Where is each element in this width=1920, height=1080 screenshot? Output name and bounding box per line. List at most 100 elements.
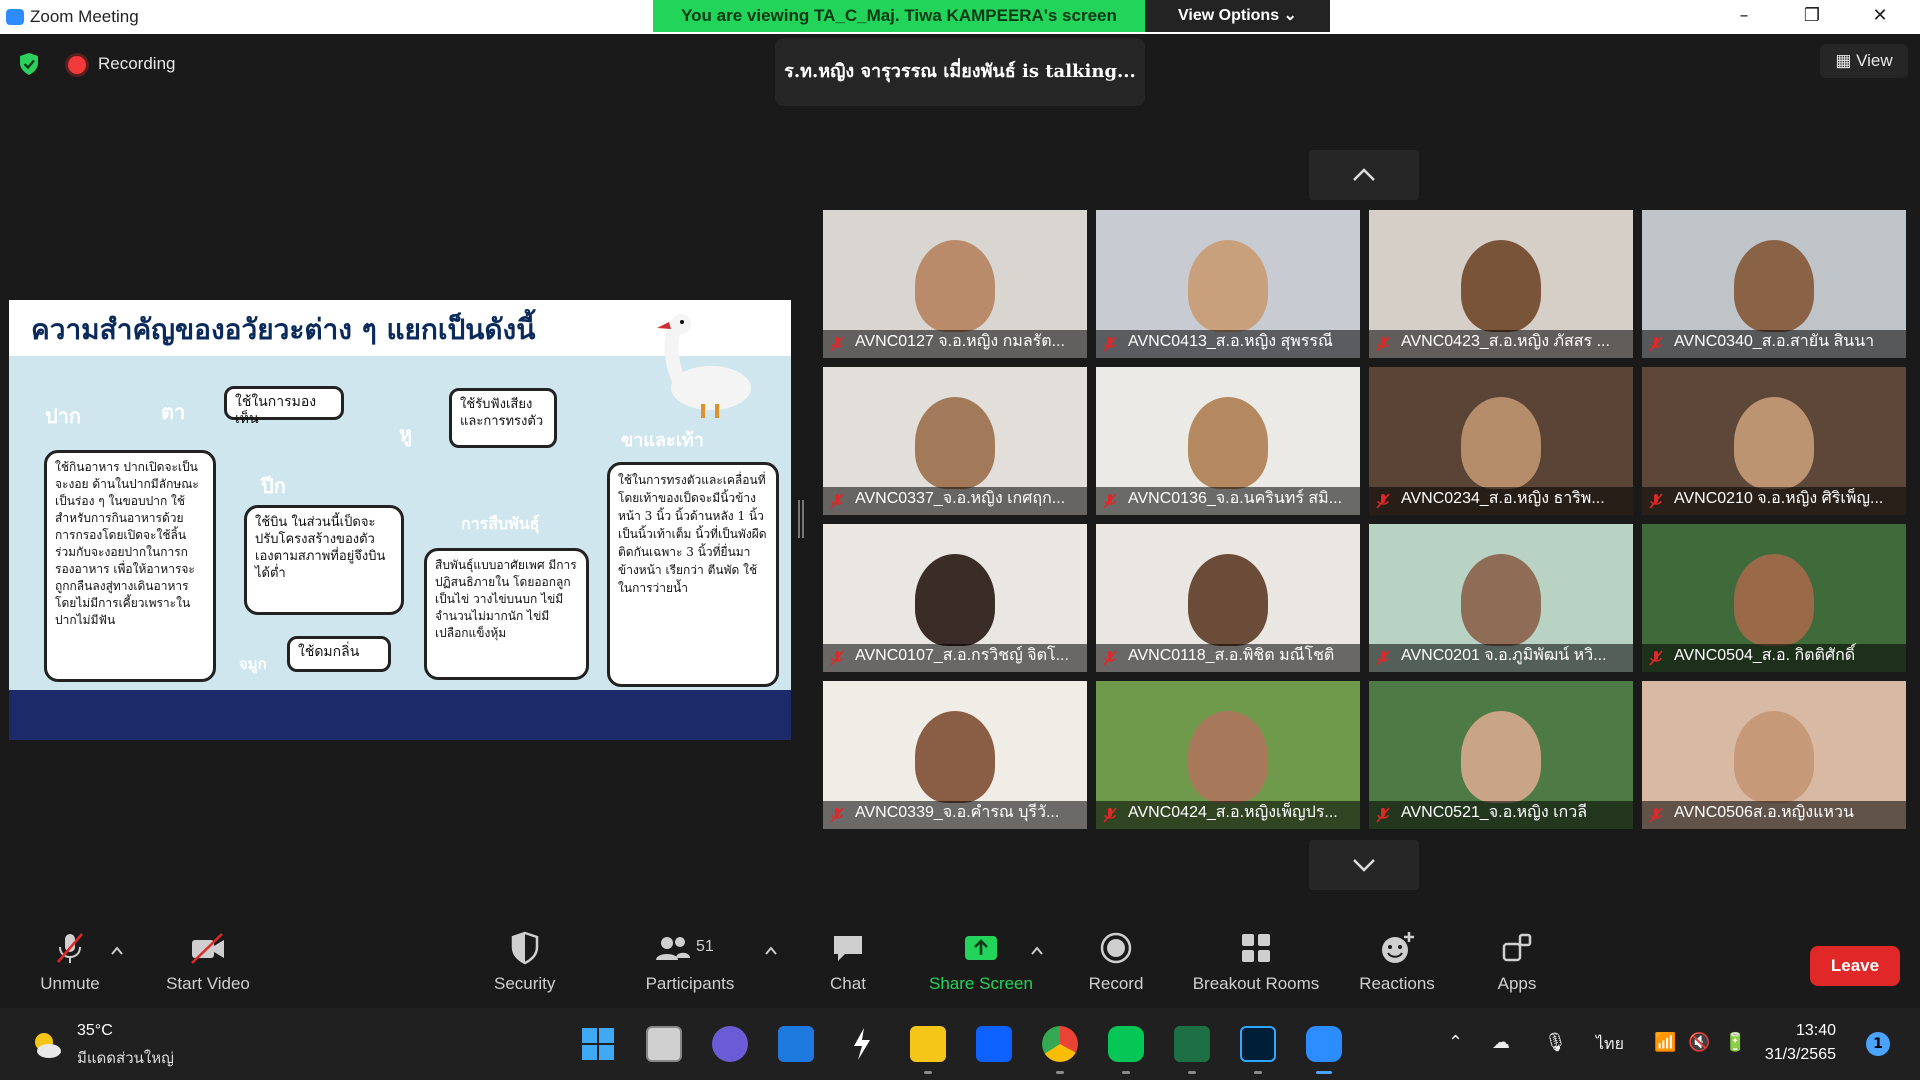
- participant-face: [1734, 711, 1814, 803]
- tray-overflow-chevron-icon[interactable]: ⌃: [1448, 1032, 1463, 1053]
- chevron-up-icon: [1353, 168, 1375, 181]
- participants-button[interactable]: 51 Participants: [640, 930, 740, 994]
- participant-gallery: AVNC0127 จ.อ.หญิง กมลรัต... AVNC0413_ส.อ.…: [823, 210, 1908, 830]
- audio-options-caret-icon[interactable]: [110, 944, 124, 958]
- participant-tile[interactable]: AVNC0118_ส.อ.พิชิต มณีโชติ: [1096, 524, 1360, 672]
- clock-date[interactable]: 31/3/2565: [1752, 1046, 1836, 1064]
- onedrive-cloud-icon[interactable]: ☁: [1492, 1032, 1510, 1053]
- minimize-button[interactable]: –: [1710, 0, 1778, 32]
- start-video-button[interactable]: Start Video: [158, 930, 258, 994]
- start-video-label: Start Video: [166, 974, 250, 993]
- wifi-icon[interactable]: 📶: [1654, 1032, 1676, 1053]
- muted-microphone-icon: [1376, 493, 1390, 509]
- participant-name: AVNC0521_จ.อ.หญิง เกวลี: [1401, 804, 1588, 821]
- clock-time[interactable]: 13:40: [1778, 1022, 1836, 1040]
- participant-name: AVNC0107_ส.อ.กรวิชญ์ จิตโ...: [855, 647, 1069, 664]
- dropbox-icon[interactable]: [976, 1026, 1012, 1062]
- view-options-label: View Options: [1178, 7, 1280, 24]
- apps-icon: [1502, 933, 1532, 962]
- security-button[interactable]: Security: [494, 930, 555, 994]
- battery-icon[interactable]: 🔋: [1724, 1032, 1746, 1053]
- input-language[interactable]: ไทย: [1596, 1032, 1624, 1057]
- muted-microphone-icon: [1103, 336, 1117, 352]
- chat-button[interactable]: Chat: [828, 930, 868, 994]
- task-view-icon[interactable]: [646, 1026, 682, 1062]
- participant-name: AVNC0201 จ.อ.ภูมิพัฒน์ หวิ...: [1401, 647, 1607, 664]
- notification-badge[interactable]: 1: [1866, 1032, 1890, 1056]
- participant-face: [1188, 240, 1268, 332]
- participant-tile[interactable]: AVNC0201 จ.อ.ภูมิพัฒน์ หวิ...: [1369, 524, 1633, 672]
- participant-tile[interactable]: AVNC0210 จ.อ.หญิง ศิริเพ็ญ...: [1642, 367, 1906, 515]
- close-button[interactable]: ✕: [1846, 0, 1914, 32]
- ear-bubble: ใช้รับฟังเสียง และการทรงตัว: [449, 388, 557, 448]
- chrome-running-indicator: [1056, 1071, 1064, 1074]
- microphone-tray-icon[interactable]: 🎙: [1544, 1032, 1567, 1053]
- share-options-caret-icon[interactable]: [1030, 944, 1044, 958]
- reactions-label: Reactions: [1359, 974, 1435, 993]
- participant-tile[interactable]: AVNC0423_ส.อ.หญิง ภัสสร ...: [1369, 210, 1633, 358]
- eye-pennant-label: ตา: [161, 400, 186, 424]
- participant-tile[interactable]: AVNC0234_ส.อ.หญิง ธาริพ...: [1369, 367, 1633, 515]
- screen-share-banner: You are viewing TA_C_Maj. Tiwa KAMPEERA'…: [653, 0, 1145, 32]
- weather-description[interactable]: มีแดดส่วนใหญ่: [77, 1046, 174, 1070]
- start-menu-icon[interactable]: [580, 1026, 616, 1062]
- weather-sun-cloud-icon[interactable]: [30, 1030, 62, 1060]
- muted-microphone-icon: [1103, 493, 1117, 509]
- share-screen-label: Share Screen: [929, 974, 1033, 993]
- record-icon: [1100, 932, 1132, 964]
- share-screen-button[interactable]: Share Screen: [926, 930, 1036, 994]
- participant-tile[interactable]: AVNC0136_จ.อ.นครินทร์ สมิ...: [1096, 367, 1360, 515]
- mail-icon[interactable]: [778, 1026, 814, 1062]
- participant-tile[interactable]: AVNC0107_ส.อ.กรวิชญ์ จิตโ...: [823, 524, 1087, 672]
- participant-name: AVNC0339_จ.อ.คำรณ บุรีวั...: [855, 804, 1060, 821]
- participant-tile[interactable]: AVNC0521_จ.อ.หญิง เกวลี: [1369, 681, 1633, 829]
- unmute-button[interactable]: Unmute: [30, 930, 110, 994]
- participant-tile[interactable]: AVNC0337_จ.อ.หญิง เกศฤก...: [823, 367, 1087, 515]
- reproduction-bubble: สืบพันธุ์แบบอาศัยเพศ มีการปฏิสนธิภายใน โ…: [424, 548, 589, 680]
- participant-name: AVNC0423_ส.อ.หญิง ภัสสร ...: [1401, 333, 1610, 350]
- recording-label[interactable]: Recording: [98, 54, 176, 74]
- excel-icon[interactable]: [1174, 1026, 1210, 1062]
- participant-face: [1461, 397, 1541, 489]
- participant-name: AVNC0136_จ.อ.นครินทร์ สมิ...: [1128, 490, 1343, 507]
- record-button[interactable]: Record: [1084, 930, 1148, 994]
- mouth-bubble: ใช้กินอาหาร ปากเปิดจะเป็นจะงอย ด้านในปาก…: [44, 450, 216, 682]
- breakout-rooms-button[interactable]: Breakout Rooms: [1188, 930, 1324, 994]
- view-options-button[interactable]: View Options ⌄: [1145, 0, 1330, 32]
- leave-button[interactable]: Leave: [1810, 946, 1900, 986]
- lightning-app-icon[interactable]: [844, 1026, 880, 1062]
- participant-name: AVNC0127 จ.อ.หญิง กมลรัต...: [855, 333, 1065, 350]
- participant-tile[interactable]: AVNC0504_ส.อ. กิตติศักดิ์: [1642, 524, 1906, 672]
- file-explorer-icon[interactable]: [910, 1026, 946, 1062]
- meeting-toolbar: Unmute Start Video Security 51 Participa…: [0, 920, 1920, 1008]
- apps-button[interactable]: Apps: [1494, 930, 1540, 994]
- participant-tile[interactable]: AVNC0506ส.อ.หญิงแหวน: [1642, 681, 1906, 829]
- teams-chat-icon[interactable]: [712, 1026, 748, 1062]
- encryption-shield-icon[interactable]: [18, 52, 40, 76]
- chevron-down-icon: [1353, 859, 1375, 872]
- participant-tile[interactable]: AVNC0413_ส.อ.หญิง สุพรรณี: [1096, 210, 1360, 358]
- reactions-smiley-icon: [1382, 932, 1414, 963]
- participant-tile[interactable]: AVNC0340_ส.อ.สายัน สินนา: [1642, 210, 1906, 358]
- zoom-taskbar-icon[interactable]: [1306, 1026, 1342, 1062]
- participant-name: AVNC0424_ส.อ.หญิงเพ็ญปร...: [1128, 804, 1338, 821]
- line-app-icon[interactable]: [1108, 1026, 1144, 1062]
- participant-tile[interactable]: AVNC0127 จ.อ.หญิง กมลรัต...: [823, 210, 1087, 358]
- muted-microphone-icon: [1376, 336, 1390, 352]
- muted-microphone-icon: [830, 807, 844, 823]
- photoshop-icon[interactable]: [1240, 1026, 1276, 1062]
- participant-tile[interactable]: AVNC0339_จ.อ.คำรณ บุรีวั...: [823, 681, 1087, 829]
- chrome-icon[interactable]: [1042, 1026, 1078, 1062]
- weather-temperature[interactable]: 35°C: [77, 1022, 113, 1040]
- maximize-button[interactable]: ❐: [1778, 0, 1846, 32]
- splitter-handle[interactable]: [798, 500, 804, 538]
- participants-options-caret-icon[interactable]: [764, 944, 778, 958]
- mouth-pennant-label: ปาก: [45, 404, 82, 428]
- participant-tile[interactable]: AVNC0424_ส.อ.หญิงเพ็ญปร...: [1096, 681, 1360, 829]
- reactions-button[interactable]: Reactions: [1356, 930, 1438, 994]
- speaker-muted-icon[interactable]: 🔇: [1688, 1032, 1710, 1053]
- gallery-scroll-up-button[interactable]: [1309, 150, 1419, 200]
- view-button[interactable]: ▦ View: [1820, 44, 1908, 78]
- gallery-scroll-down-button[interactable]: [1309, 840, 1419, 890]
- muted-microphone-icon: [1376, 807, 1390, 823]
